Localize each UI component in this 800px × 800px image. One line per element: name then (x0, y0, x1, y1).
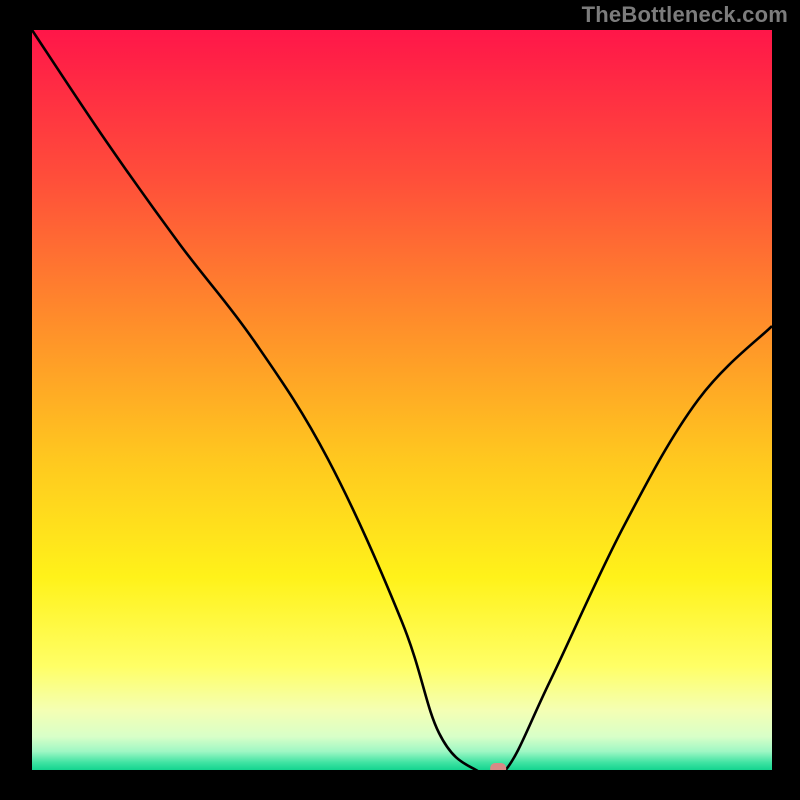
chart-frame: TheBottleneck.com (0, 0, 800, 800)
bottleneck-chart (32, 30, 772, 770)
watermark-text: TheBottleneck.com (582, 2, 788, 28)
gradient-background (32, 30, 772, 770)
optimal-marker (490, 763, 506, 770)
plot-area (32, 30, 772, 770)
